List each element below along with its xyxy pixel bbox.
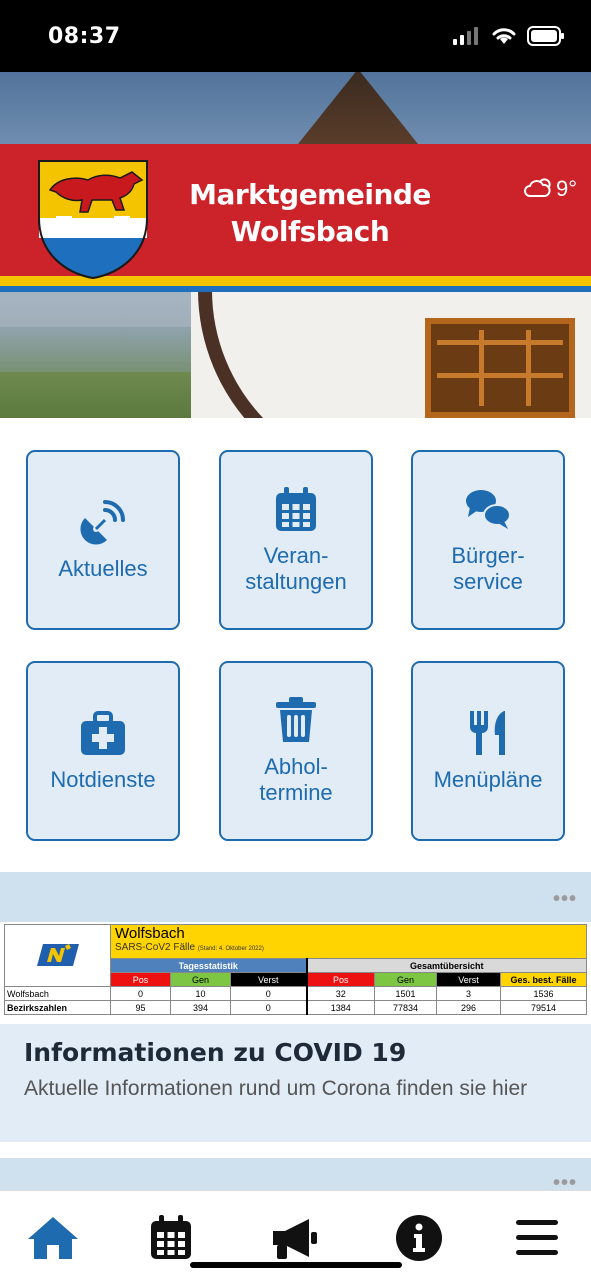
covid-stats-table: Wolfsbach SARS-CoV2 Fälle (Stand: 4. Okt… [4,924,588,1015]
noe-logo [4,924,111,987]
tab-calendar[interactable] [144,1213,198,1263]
news-card-text: Aktuelle Informationen rund um Corona fi… [24,1077,528,1100]
tile-menueplaene[interactable]: Menüpläne [411,661,565,841]
col-gen: Gen [170,972,231,987]
tile-label: Menüpläne [433,767,543,792]
tile-veranstaltungen[interactable]: Veran- staltungen [219,450,373,630]
tab-menu[interactable] [510,1213,564,1263]
menu-icon [516,1220,558,1255]
tab-announcements[interactable] [268,1213,322,1263]
covid-subtitle: SARS-CoV2 Fälle [115,942,196,953]
satellite-dish-icon [80,500,125,545]
col-pos: Pos [110,972,171,987]
tile-label-line2: service [453,569,523,594]
tile-abholtermine[interactable]: Abhol- termine [219,661,373,841]
tab-info[interactable] [392,1213,446,1263]
town-title-line2: Wolfsbach [230,215,390,248]
table-row: Bezirkszahlen 95 394 0 1384 77834 296 79… [4,1000,588,1015]
status-time: 08:37 [48,24,121,49]
col-pos-total: Pos [305,972,375,987]
tab-home[interactable] [26,1213,80,1263]
weather-temp: 9° [555,176,577,201]
news-card[interactable]: Informationen zu COVID 19 Aktuelle Infor… [0,1024,591,1142]
tile-label-line1: Veran- [263,543,329,568]
col-cases-total: Ges. best. Fälle [499,972,588,987]
info-icon [396,1215,442,1261]
status-bar: 08:37 [0,0,591,72]
tile-label-line2: staltungen [245,569,347,594]
tile-notdienste[interactable]: Notdienste [26,661,180,841]
tile-label: Notdienste [50,767,156,792]
cloud-sun-icon [524,178,551,197]
tile-label-line2: termine [259,780,333,805]
calendar-icon [276,487,316,531]
calendar-icon [151,1215,191,1259]
tile-label: Veran- staltungen [245,543,347,595]
tile-label: Abhol- termine [259,754,332,806]
group-total: Gesamtübersicht [305,958,588,973]
col-gen-total: Gen [374,972,437,987]
weather-widget[interactable]: 9° [522,176,577,202]
megaphone-icon [273,1219,317,1259]
tile-label-line1: Abhol- [264,754,328,779]
col-verst: Verst [230,972,307,987]
covid-region: Wolfsbach [115,925,185,943]
status-icons [453,26,565,46]
news-card-title: Informationen zu COVID 19 [24,1038,407,1067]
fork-knife-icon [470,711,505,755]
news-section-header-2: ••• [0,1158,591,1194]
col-verst-total: Verst [436,972,501,987]
table-row: Wolfsbach 0 10 0 32 1501 3 1536 [4,986,588,1001]
tile-label-line1: Bürger- [451,543,525,568]
news-section-header: ••• [0,872,591,922]
coat-of-arms-logo [38,160,148,280]
wifi-icon [492,28,516,44]
home-icon [28,1217,78,1259]
trash-can-icon [276,697,316,742]
signal-icon [453,27,478,45]
town-title-line1: Marktgemeinde [189,178,431,211]
more-options-button[interactable]: ••• [553,888,577,911]
tile-label: Bürger- service [451,543,524,595]
first-aid-kit-icon [81,711,125,755]
group-daily: Tagesstatistik [110,958,307,973]
tile-aktuelles[interactable]: Aktuelles [26,450,180,630]
chat-bubbles-icon [466,490,511,529]
town-title: Marktgemeinde Wolfsbach [170,176,450,250]
home-indicator [190,1262,402,1268]
tile-buergerservice[interactable]: Bürger- service [411,450,565,630]
battery-icon [527,26,564,46]
noe-logo-icon [36,943,79,966]
tile-label: Aktuelles [58,556,148,581]
covid-stand: (Stand: 4. Oktober 2022) [197,946,264,952]
